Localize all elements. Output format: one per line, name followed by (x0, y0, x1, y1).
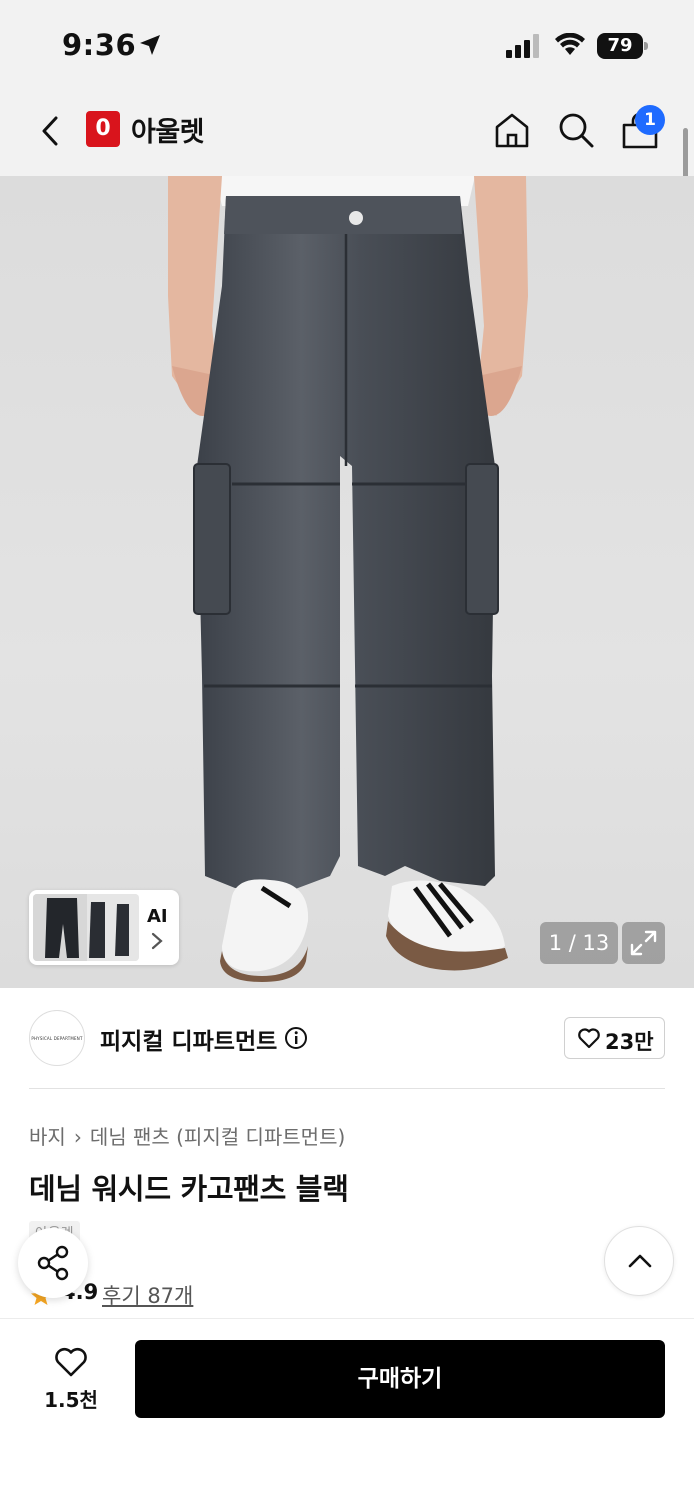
signal-icon (506, 34, 539, 58)
divider (29, 1088, 665, 1089)
status-time: 9:36 (62, 28, 137, 62)
chevron-up-icon (628, 1254, 652, 1268)
search-icon[interactable] (556, 110, 596, 150)
ai-styling-card[interactable]: AI (29, 890, 179, 965)
image-counter: 1 / 13 (540, 922, 618, 964)
wifi-icon (555, 33, 585, 55)
back-chevron-icon[interactable] (36, 114, 64, 148)
product-title: 데님 워시드 카고팬츠 블랙 (29, 1172, 349, 1206)
battery-icon: 79 (597, 33, 649, 59)
heart-icon (578, 1028, 600, 1049)
battery-level: 79 (607, 35, 633, 56)
wish-count: 1.5천 (44, 1388, 98, 1412)
status-bar: 9:36 79 (0, 0, 694, 92)
ai-label: AI (147, 906, 168, 927)
brand-avatar[interactable]: PHYSICAL DEPARTMENT (29, 1010, 85, 1066)
store-name[interactable]: 아울렛 (131, 110, 205, 149)
breadcrumb: 바지 › 데님 팬츠 (피지컬 디파트먼트) (29, 1121, 345, 1150)
brand-logo-mark[interactable]: 0 (86, 111, 120, 147)
brand-like-button[interactable]: 23만 (564, 1017, 665, 1059)
ai-thumbnail (33, 894, 139, 961)
heart-icon[interactable] (53, 1346, 89, 1378)
buy-button[interactable]: 구매하기 (135, 1340, 665, 1418)
product-image[interactable] (0, 176, 694, 988)
expand-icon (630, 930, 657, 956)
share-icon (37, 1245, 69, 1281)
home-icon[interactable] (492, 110, 532, 150)
jeans-photo (168, 176, 528, 982)
breadcrumb-subcategory[interactable]: 데님 팬츠 (피지컬 디파트먼트) (90, 1121, 345, 1150)
scroll-top-button[interactable] (604, 1226, 674, 1296)
expand-button[interactable] (622, 922, 665, 964)
chevron-right-icon (151, 932, 163, 950)
share-button[interactable] (18, 1228, 88, 1298)
reviews-link[interactable]: 후기 87개 (102, 1280, 193, 1310)
chevron-right-icon: › (73, 1125, 82, 1149)
location-arrow-icon (140, 35, 160, 55)
breadcrumb-category[interactable]: 바지 (29, 1121, 66, 1150)
cart-count-badge: 1 (635, 105, 665, 135)
brand-like-count: 23만 (605, 1030, 654, 1054)
info-icon[interactable] (284, 1026, 308, 1050)
brand-name[interactable]: 피지컬 디파트먼트 (100, 1022, 277, 1056)
